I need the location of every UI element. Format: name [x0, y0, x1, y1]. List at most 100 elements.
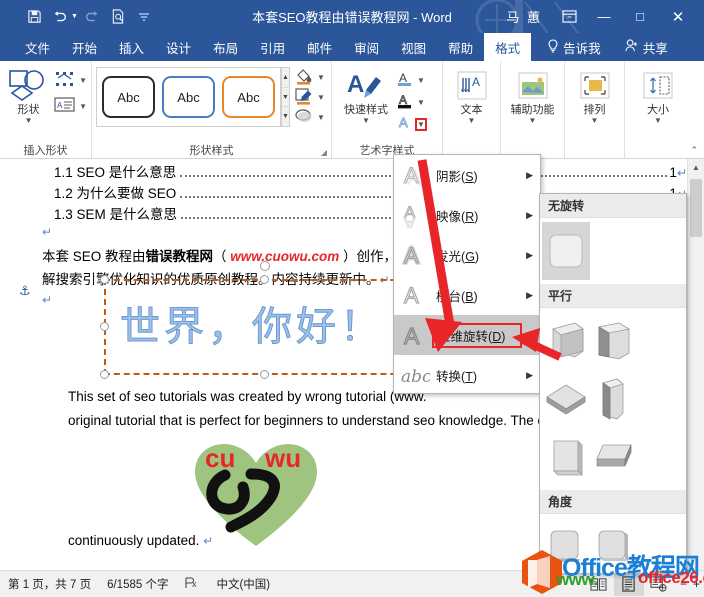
size-dropdown-icon[interactable]: ▼	[654, 117, 662, 125]
draw-text-box-button[interactable]: A ▼	[53, 95, 87, 118]
edit-shape-button[interactable]: ▼	[53, 69, 87, 92]
word-count[interactable]: 6/1585 个字	[107, 576, 168, 592]
menu-item-reflection[interactable]: AA 映像(R) ▶	[394, 195, 540, 235]
size-button[interactable]: 大小 ▼	[629, 64, 687, 125]
shape-style-item[interactable]: Abc	[102, 76, 155, 118]
english-line-3[interactable]: continuously updated. ↵	[42, 529, 213, 553]
tab-file[interactable]: 文件	[14, 33, 61, 61]
resize-handle-n[interactable]	[260, 275, 269, 284]
intro-link[interactable]: www.cuowu.com	[230, 249, 339, 264]
user-account[interactable]: 马 蕙	[496, 7, 552, 26]
rotation-preset-none[interactable]	[542, 222, 590, 280]
tab-design[interactable]: 设计	[155, 33, 202, 61]
text-effects-button[interactable]: A ▼	[396, 114, 427, 134]
shape-styles-gallery[interactable]: Abc Abc Abc	[96, 67, 281, 127]
tab-review[interactable]: 审阅	[343, 33, 390, 61]
gallery-scroll-down-icon[interactable]: ▼	[282, 87, 289, 108]
wordart-quick-styles-dropdown-icon[interactable]: ▼	[362, 117, 370, 125]
shape-effects-button[interactable]: ▼	[294, 108, 325, 127]
resize-handle-s[interactable]	[260, 370, 269, 379]
maximize-button[interactable]: □	[622, 3, 658, 31]
shape-fill-dropdown-icon[interactable]: ▼	[317, 73, 325, 82]
save-icon[interactable]	[22, 6, 46, 28]
resize-handle-nw[interactable]	[100, 275, 109, 284]
zoom-out-button[interactable]: −	[680, 577, 687, 591]
menu-item-transform[interactable]: abc 转换(T) ▶	[394, 355, 540, 395]
rotation-preset-parallel-2[interactable]	[590, 312, 638, 370]
tab-home[interactable]: 开始	[61, 33, 108, 61]
three-d-rotation-gallery[interactable]: 无旋转 平行 角度	[539, 193, 687, 574]
tab-help[interactable]: 帮助	[437, 33, 484, 61]
share-button[interactable]: 共享	[615, 33, 678, 61]
shape-fill-button[interactable]: ▼	[294, 68, 325, 87]
shape-style-item[interactable]: Abc	[222, 76, 275, 118]
menu-item-bevel[interactable]: A 棱台(B) ▶	[394, 275, 540, 315]
read-mode-view-button[interactable]	[584, 572, 614, 596]
gallery-scroll-up-icon[interactable]: ▲	[282, 68, 289, 88]
rotation-preset-parallel-5[interactable]	[542, 428, 590, 486]
resize-handle-w[interactable]	[100, 322, 109, 331]
text-effects-menu[interactable]: AA 阴影(S) ▶ AA 映像(R) ▶ AA 发光(G) ▶ A 棱台(B)…	[393, 154, 541, 394]
customize-qat-icon[interactable]	[132, 6, 156, 28]
text-outline-dropdown-icon[interactable]: ▼	[417, 98, 425, 107]
ribbon-display-options-icon[interactable]	[552, 5, 586, 29]
wordart-quick-styles-button[interactable]: A 快速样式 ▼	[336, 64, 396, 125]
text-button[interactable]: A 文本 ▼	[447, 64, 496, 125]
text-dropdown-icon[interactable]: ▼	[468, 117, 476, 125]
tell-me-box[interactable]: 告诉我	[537, 33, 611, 61]
close-button[interactable]: ✕	[658, 3, 698, 31]
page-indicator[interactable]: 第 1 页，共 7 页	[8, 576, 91, 592]
spell-check-icon[interactable]: x	[184, 576, 200, 593]
zoom-controls[interactable]: − +	[674, 577, 700, 591]
resize-handle-sw[interactable]	[100, 370, 109, 379]
rotation-preset-parallel-4[interactable]	[590, 370, 638, 428]
collapse-ribbon-icon[interactable]: ⌃	[690, 145, 698, 156]
minimize-button[interactable]: —	[586, 3, 622, 31]
menu-item-shadow[interactable]: AA 阴影(S) ▶	[394, 155, 540, 195]
gallery-more-icon[interactable]: ▼	[282, 107, 289, 127]
print-layout-view-button[interactable]	[613, 572, 644, 596]
undo-icon[interactable]	[48, 6, 72, 28]
edit-shape-dropdown-icon[interactable]: ▼	[79, 76, 87, 85]
rotation-preset-parallel-6[interactable]	[590, 428, 638, 486]
rotate-handle[interactable]	[260, 261, 270, 271]
rotation-preset-parallel-3[interactable]	[542, 370, 590, 428]
web-layout-view-button[interactable]	[644, 572, 674, 596]
scrollbar-thumb[interactable]	[690, 179, 702, 237]
shape-effects-dropdown-icon[interactable]: ▼	[317, 113, 325, 122]
wordart-object[interactable]: 世界，你好！	[100, 261, 430, 379]
arrange-button[interactable]: 排列 ▼	[569, 64, 620, 125]
redo-icon[interactable]	[80, 6, 104, 28]
menu-item-glow[interactable]: AA 发光(G) ▶	[394, 235, 540, 275]
rotation-preset-perspective-2[interactable]	[590, 518, 638, 573]
tab-layout[interactable]: 布局	[202, 33, 249, 61]
menu-item-3d-rotation[interactable]: A 三维旋转(D) ▶	[394, 315, 540, 355]
tab-insert[interactable]: 插入	[108, 33, 155, 61]
shape-styles-dialog-launcher-icon[interactable]: ◢	[321, 148, 327, 157]
shapes-dropdown-icon[interactable]: ▼	[25, 117, 33, 125]
rotation-preset-parallel-1[interactable]	[542, 312, 590, 370]
tab-references[interactable]: 引用	[249, 33, 296, 61]
arrange-dropdown-icon[interactable]: ▼	[591, 117, 599, 125]
text-fill-button[interactable]: A ▼	[396, 70, 425, 90]
vertical-scrollbar[interactable]: ▲	[687, 159, 704, 570]
toc-entry[interactable]: 1.1 SEO 是什么意思 1 ↵	[16, 161, 687, 182]
shape-outline-dropdown-icon[interactable]: ▼	[317, 93, 325, 102]
tab-format[interactable]: 格式	[484, 33, 532, 61]
scroll-up-icon[interactable]: ▲	[688, 159, 704, 176]
accessibility-button[interactable]: 辅助功能 ▼	[505, 64, 560, 125]
shape-style-item[interactable]: Abc	[162, 76, 215, 118]
shapes-button[interactable]: 形状 ▼	[4, 64, 53, 125]
text-fill-dropdown-icon[interactable]: ▼	[417, 76, 425, 85]
print-preview-icon[interactable]	[106, 6, 130, 28]
text-outline-button[interactable]: A ▼	[396, 92, 425, 112]
rotation-preset-perspective-1[interactable]	[542, 518, 590, 573]
shape-outline-button[interactable]: ▼	[294, 88, 325, 107]
accessibility-dropdown-icon[interactable]: ▼	[529, 117, 537, 125]
undo-dropdown-icon[interactable]: ▼	[71, 13, 78, 20]
tab-mailings[interactable]: 邮件	[296, 33, 343, 61]
language-indicator[interactable]: 中文(中国)	[216, 576, 270, 592]
zoom-in-button[interactable]: +	[693, 577, 700, 591]
text-effects-dropdown-icon[interactable]: ▼	[415, 117, 427, 131]
tab-view[interactable]: 视图	[390, 33, 437, 61]
